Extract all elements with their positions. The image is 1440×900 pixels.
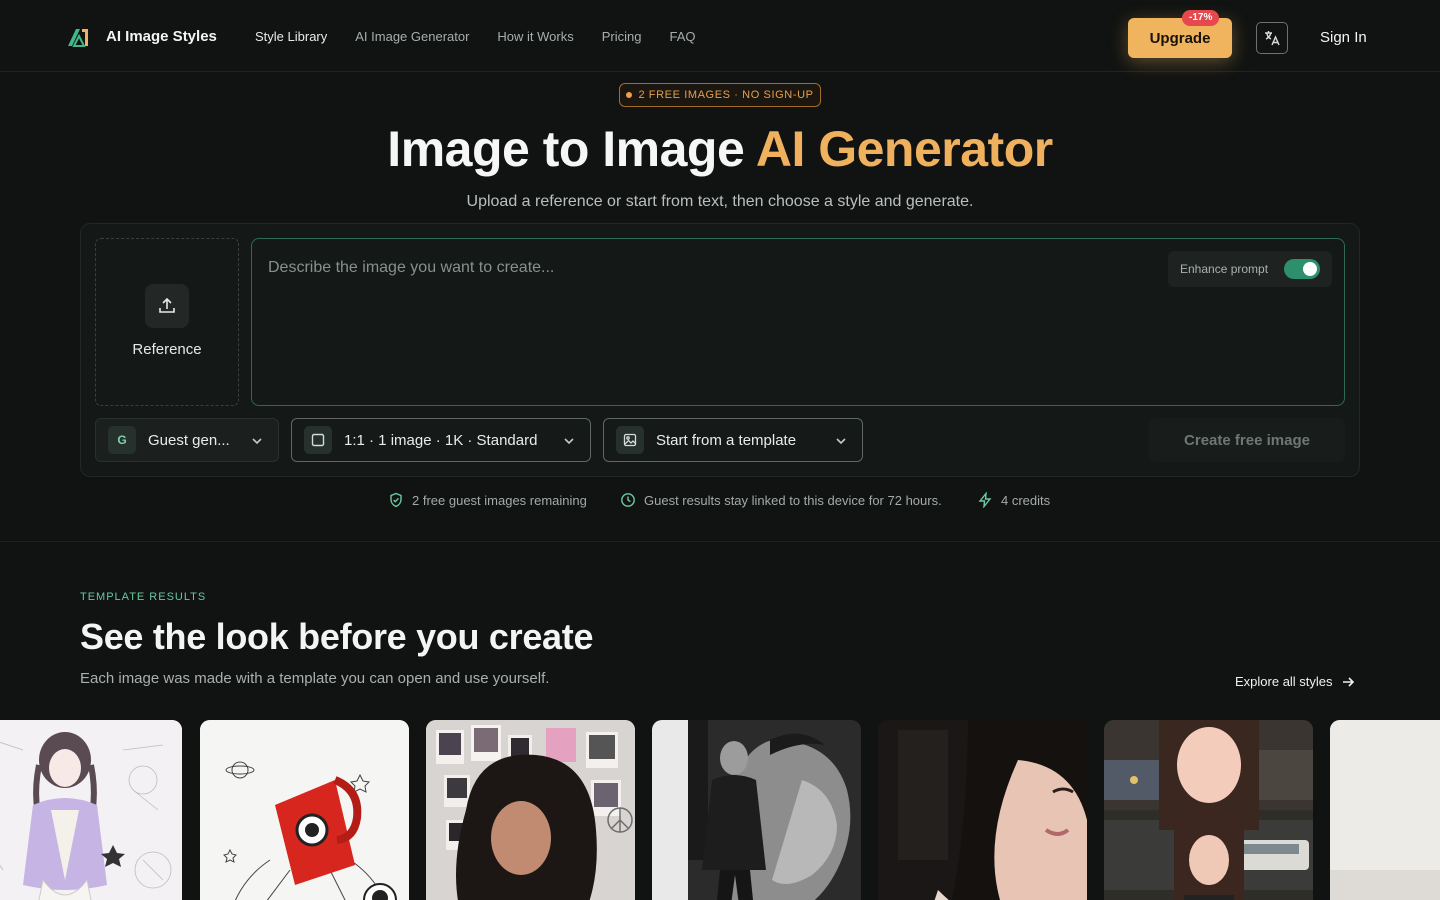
- section-eyebrow: TEMPLATE RESULTS: [80, 591, 207, 603]
- section-title: See the look before you create: [80, 616, 594, 657]
- pill-dot-icon: [626, 92, 633, 98]
- template-card-1[interactable]: [0, 720, 182, 900]
- nav-how-it-works[interactable]: How it Works: [497, 29, 573, 44]
- credits-text: 4 credits: [1001, 492, 1051, 508]
- bw-double-exposure-image: [652, 720, 861, 900]
- polaroid-wall-image: [426, 720, 635, 900]
- nav-style-library[interactable]: Style Library: [255, 29, 327, 44]
- sign-in-link[interactable]: Sign In: [1320, 29, 1367, 46]
- chevron-down-icon: [252, 438, 262, 445]
- template-select[interactable]: Start from a template: [603, 418, 863, 462]
- translate-icon: [1265, 31, 1280, 46]
- toggle-knob: [1303, 262, 1317, 276]
- nav-ai-image-generator[interactable]: AI Image Generator: [355, 29, 469, 44]
- image-icon: [616, 426, 644, 454]
- enhance-prompt-toggle[interactable]: [1284, 259, 1320, 279]
- shield-check-icon: [390, 492, 402, 508]
- credits-info: 4 credits: [977, 492, 1050, 508]
- page-subtitle: Upload a reference or start from text, t…: [466, 193, 974, 210]
- explore-label: Explore all styles: [1235, 674, 1333, 689]
- title-accent: AI Generator: [755, 121, 1053, 177]
- model-select[interactable]: G Guest gen...: [95, 418, 279, 462]
- template-card-2[interactable]: [200, 720, 409, 900]
- template-card-strip: [0, 720, 1440, 900]
- top-navbar: AI Image Styles Style Library AI Image G…: [0, 0, 1440, 72]
- discount-badge: -17%: [1182, 10, 1220, 26]
- section-divider: [0, 541, 1440, 542]
- retention-text: Guest results stay linked to this device…: [644, 492, 942, 508]
- explore-all-styles-link[interactable]: Explore all styles: [1235, 674, 1355, 689]
- nav-faq[interactable]: FAQ: [670, 29, 696, 44]
- chevron-down-icon: [564, 438, 574, 445]
- template-card-6[interactable]: [1104, 720, 1313, 900]
- anime-sketch-image: [0, 720, 182, 900]
- template-card-3[interactable]: [426, 720, 635, 900]
- image-settings-select[interactable]: 1:1 · 1 image · 1K · Standard: [291, 418, 591, 462]
- chevron-down-icon: [836, 438, 846, 445]
- city-night-collage-image: [1104, 720, 1313, 900]
- template-card-7[interactable]: [1330, 720, 1440, 900]
- nav-pricing[interactable]: Pricing: [602, 29, 642, 44]
- page-title: Image to Image AI Generator: [0, 120, 1440, 178]
- upgrade-button[interactable]: Upgrade: [1128, 18, 1232, 58]
- language-button[interactable]: [1256, 22, 1288, 54]
- brand-logo-icon[interactable]: [66, 26, 92, 48]
- template-card-4[interactable]: [652, 720, 861, 900]
- enhance-prompt-label: Enhance prompt: [1180, 262, 1269, 276]
- image-settings-label: 1:1 · 1 image · 1K · Standard: [344, 431, 538, 449]
- pill-text: 2 FREE IMAGES · NO SIGN-UP: [638, 89, 814, 101]
- title-main: Image to Image: [387, 121, 745, 177]
- free-images-pill: 2 FREE IMAGES · NO SIGN-UP: [619, 83, 821, 107]
- section-subtitle: Each image was made with a template you …: [80, 670, 550, 687]
- dark-selfie-image: [878, 720, 1087, 900]
- main-nav: Style Library AI Image Generator How it …: [255, 29, 724, 44]
- remaining-text: 2 free guest images remaining: [412, 492, 587, 508]
- template-select-label: Start from a template: [656, 431, 797, 449]
- upload-icon[interactable]: [145, 284, 189, 328]
- guest-badge-icon: G: [108, 426, 136, 454]
- clock-icon: [621, 493, 635, 507]
- template-card-5[interactable]: [878, 720, 1087, 900]
- brand-name[interactable]: AI Image Styles: [106, 28, 217, 45]
- prompt-input[interactable]: [268, 259, 1148, 389]
- model-select-label: Guest gen...: [148, 431, 230, 449]
- aspect-ratio-icon: [304, 426, 332, 454]
- rocket-mug-image: [200, 720, 409, 900]
- partial-card-image: [1330, 720, 1440, 900]
- create-image-button[interactable]: Create free image: [1149, 418, 1345, 462]
- retention-info: Guest results stay linked to this device…: [620, 492, 942, 508]
- lightning-icon: [978, 492, 992, 508]
- remaining-info: 2 free guest images remaining: [388, 492, 587, 508]
- arrow-right-icon: [1342, 676, 1354, 687]
- reference-label: Reference: [132, 341, 202, 358]
